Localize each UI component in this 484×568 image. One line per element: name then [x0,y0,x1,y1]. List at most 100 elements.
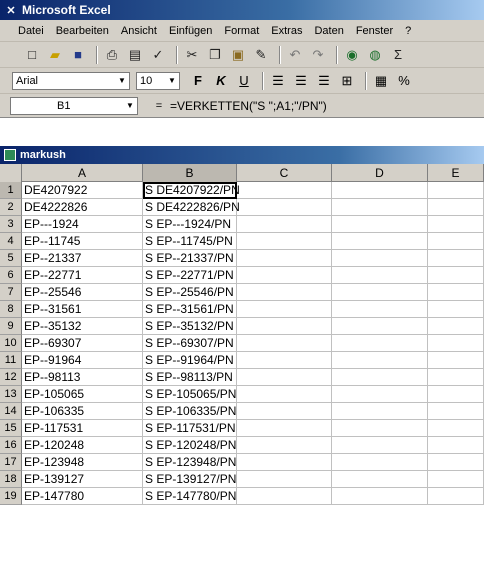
cell-c[interactable] [237,233,332,250]
cell-b[interactable]: S EP-106335/PN [143,403,237,420]
print-preview-icon[interactable]: ▤ [125,45,145,65]
name-box[interactable]: B1 ▼ [10,96,138,115]
italic-button[interactable]: K [211,71,231,91]
cell-b[interactable]: S EP--11745/PN [143,233,237,250]
cell-a[interactable]: EP-117531 [22,420,143,437]
menu-daten[interactable]: Daten [314,25,343,37]
chevron-down-icon[interactable]: ▼ [116,74,128,88]
bold-button[interactable]: F [188,71,208,91]
worksheet-grid[interactable]: A B C D E 1 DE4207922 S DE4207922/PN 2 DE422… [0,164,484,568]
print-icon[interactable]: ⎙ [102,45,122,65]
cell-c[interactable] [237,335,332,352]
save-icon[interactable]: ■ [68,45,88,65]
column-header-c[interactable]: C [237,164,332,182]
cell-b[interactable]: S EP---1924/PN [143,216,237,233]
cell-e[interactable] [428,454,484,471]
cell-d[interactable] [332,369,428,386]
cell-d[interactable] [332,352,428,369]
cell-e[interactable] [428,318,484,335]
font-size-select[interactable]: 10 ▼ [136,71,180,90]
menu-einfuegen[interactable]: Einfügen [169,25,212,37]
row-header[interactable]: 2 [0,199,22,216]
cell-c[interactable] [237,250,332,267]
cell-b[interactable]: S EP-139127/PN [143,471,237,488]
cell-a[interactable]: EP-139127 [22,471,143,488]
chevron-down-icon[interactable]: ▼ [124,99,136,113]
cell-e[interactable] [428,488,484,505]
web-toolbar-icon[interactable]: ◍ [365,45,385,65]
cell-a[interactable]: EP--69307 [22,335,143,352]
cell-e[interactable] [428,369,484,386]
cell-d[interactable] [332,233,428,250]
align-center-icon[interactable]: ☰ [291,71,311,91]
cell-b[interactable]: S EP--22771/PN [143,267,237,284]
cell-e[interactable] [428,284,484,301]
select-all-corner[interactable] [0,164,22,182]
font-name-select[interactable]: Arial ▼ [12,71,130,90]
cell-a[interactable]: EP---1924 [22,216,143,233]
cut-icon[interactable]: ✂ [182,45,202,65]
row-header[interactable]: 17 [0,454,22,471]
column-header-d[interactable]: D [332,164,428,182]
cell-e[interactable] [428,216,484,233]
column-header-e[interactable]: E [428,164,484,182]
cell-b[interactable]: S EP-120248/PN [143,437,237,454]
hyperlink-icon[interactable]: ◉ [342,45,362,65]
row-header[interactable]: 12 [0,369,22,386]
cell-a[interactable]: EP-105065 [22,386,143,403]
row-header[interactable]: 10 [0,335,22,352]
cell-a[interactable]: EP-123948 [22,454,143,471]
cell-e[interactable] [428,386,484,403]
menu-extras[interactable]: Extras [271,25,302,37]
cell-e[interactable] [428,233,484,250]
cell-c[interactable] [237,437,332,454]
cell-d[interactable] [332,488,428,505]
cell-e[interactable] [428,471,484,488]
align-left-icon[interactable]: ☰ [268,71,288,91]
cell-c[interactable] [237,403,332,420]
cell-b[interactable]: S EP-105065/PN [143,386,237,403]
row-header[interactable]: 8 [0,301,22,318]
cell-d[interactable] [332,284,428,301]
cell-a[interactable]: EP--91964 [22,352,143,369]
cell-b[interactable]: S EP--69307/PN [143,335,237,352]
edit-formula-button[interactable]: = [148,100,170,112]
column-header-a[interactable]: A [22,164,143,182]
menu-ansicht[interactable]: Ansicht [121,25,157,37]
cell-a[interactable]: EP-120248 [22,437,143,454]
active-cell[interactable]: S DE4207922/PN [143,182,240,199]
cell-b[interactable]: S EP--31561/PN [143,301,237,318]
cell-c[interactable] [237,182,332,199]
cell-a[interactable]: EP-106335 [22,403,143,420]
cell-c[interactable] [237,488,332,505]
cell-d[interactable] [332,318,428,335]
cell-d[interactable] [332,471,428,488]
cell-b[interactable]: S EP--98113/PN [143,369,237,386]
menu-help[interactable]: ? [405,25,411,37]
cell-d[interactable] [332,301,428,318]
chevron-down-icon[interactable]: ▼ [166,74,178,88]
cell-e[interactable] [428,420,484,437]
cell-c[interactable] [237,420,332,437]
row-header[interactable]: 18 [0,471,22,488]
cell-b[interactable]: S DE4222826/PN [143,199,240,216]
cell-d[interactable] [332,335,428,352]
cell-d[interactable] [332,182,428,199]
row-header[interactable]: 1 [0,182,22,199]
undo-icon[interactable]: ↶ [285,45,305,65]
cell-b[interactable]: S EP--91964/PN [143,352,237,369]
cell-d[interactable] [332,420,428,437]
cell-b[interactable]: S EP--25546/PN [143,284,237,301]
cell-e[interactable] [428,182,484,199]
cell-d[interactable] [332,216,428,233]
cell-a[interactable]: EP--35132 [22,318,143,335]
spellcheck-icon[interactable]: ✓ [148,45,168,65]
row-header[interactable]: 6 [0,267,22,284]
cell-a[interactable]: DE4222826 [22,199,143,216]
cell-b[interactable]: S EP-123948/PN [143,454,237,471]
redo-icon[interactable]: ↷ [308,45,328,65]
cell-a[interactable]: EP--22771 [22,267,143,284]
cell-d[interactable] [332,267,428,284]
row-header[interactable]: 7 [0,284,22,301]
column-header-b[interactable]: B [143,164,237,182]
